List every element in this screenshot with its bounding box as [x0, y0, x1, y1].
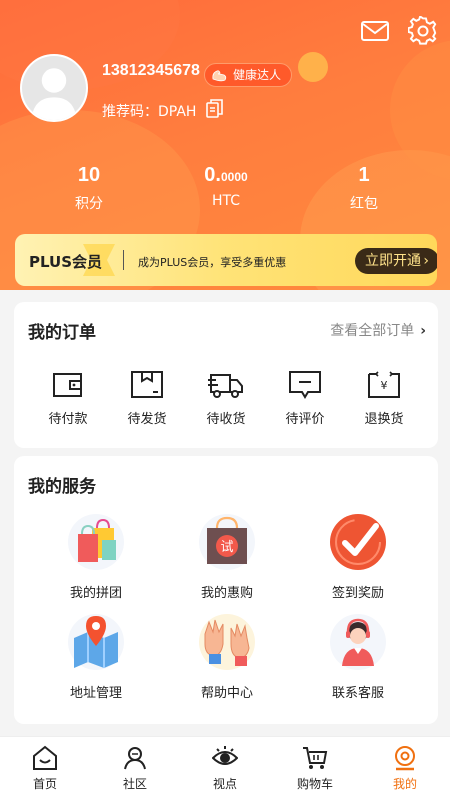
service-check-in-reward[interactable]: 签到奖励 — [303, 514, 413, 601]
order-pending-shipment[interactable]: 待发货 — [107, 368, 187, 427]
plus-activate-button[interactable]: 立即开通 › — [355, 248, 437, 274]
order-returns[interactable]: ¥ 退换货 — [344, 368, 424, 427]
plus-membership-banner[interactable]: PLUS会员 成为PLUS会员，享受多重优惠 立即开通 › — [15, 234, 437, 286]
checkmark-icon — [330, 514, 386, 570]
nav-home[interactable]: 首页 — [0, 745, 90, 792]
service-discount-buy[interactable]: 试 我的惠购 — [172, 514, 282, 601]
muscle-icon — [212, 70, 227, 82]
status-badge-label: 健康达人 — [233, 68, 282, 82]
copy-icon[interactable] — [206, 99, 224, 119]
order-pending-payment[interactable]: 待付款 — [28, 368, 108, 427]
nav-profile[interactable]: 我的 — [360, 745, 450, 792]
avatar[interactable] — [20, 54, 88, 122]
stat-htc-value: 0.0000 — [204, 164, 248, 186]
stat-points-value: 10 — [77, 164, 101, 186]
profile-icon — [395, 746, 415, 771]
service-group-buy[interactable]: 我的拼团 — [41, 514, 151, 601]
avatar-placeholder-icon — [22, 56, 86, 120]
cart-icon — [303, 747, 328, 769]
stat-points[interactable]: 10 积分 — [29, 164, 149, 213]
plus-description: 成为PLUS会员，享受多重优惠 — [138, 256, 287, 269]
svg-text:试: 试 — [220, 540, 233, 555]
divider — [123, 250, 124, 270]
service-customer-support[interactable]: 联系客服 — [303, 614, 413, 701]
truck-icon — [208, 374, 243, 398]
home-icon — [33, 745, 57, 770]
chevron-right-icon: › — [420, 323, 426, 339]
customer-service-icon — [330, 614, 386, 670]
orders-title: 我的订单 — [28, 323, 96, 343]
services-card: 我的服务 我的拼团 试 我的惠购 签到奖励 地址管理 帮助中心 联系客服 — [14, 456, 438, 724]
stat-red-packet[interactable]: 1 红包 — [304, 164, 424, 213]
services-title: 我的服务 — [28, 477, 96, 497]
stat-red-packet-value: 1 — [358, 164, 370, 186]
nav-viewpoint[interactable]: 视点 — [180, 745, 270, 792]
hands-icon — [199, 614, 255, 670]
stat-htc-label: HTC — [211, 193, 241, 209]
svg-text:¥: ¥ — [381, 379, 388, 392]
stat-red-packet-label: 红包 — [350, 196, 378, 212]
return-icon: ¥ — [368, 371, 400, 398]
community-icon — [124, 747, 146, 770]
referral-code: 推荐码：DPAH — [102, 104, 197, 120]
settings-gear-icon[interactable] — [408, 16, 438, 46]
wallet-icon — [53, 373, 82, 397]
nav-cart[interactable]: 购物车 — [270, 745, 360, 792]
chevron-right-icon: › — [423, 253, 429, 269]
box-icon — [131, 371, 163, 398]
nav-community[interactable]: 社区 — [90, 745, 180, 792]
order-pending-review[interactable]: 待评价 — [265, 368, 345, 427]
service-help-center[interactable]: 帮助中心 — [172, 614, 282, 701]
shopping-bags-icon — [68, 514, 124, 570]
eye-icon — [212, 746, 238, 765]
trial-bag-icon: 试 — [199, 514, 255, 570]
map-pin-icon — [68, 614, 124, 670]
stat-htc[interactable]: 0.0000 HTC — [166, 164, 286, 209]
plus-title: PLUS会员 — [29, 253, 103, 271]
profile-header: 13812345678 健康达人 推荐码：DPAH 10 积分 0.0000 H… — [0, 0, 450, 290]
stat-points-label: 积分 — [75, 196, 103, 212]
plus-activate-label: 立即开通 — [365, 253, 421, 269]
service-address-management[interactable]: 地址管理 — [41, 614, 151, 701]
status-badge[interactable]: 健康达人 — [204, 63, 293, 87]
view-all-orders-link[interactable]: 查看全部订单 › — [330, 320, 426, 340]
decorative-dot — [298, 52, 328, 82]
comment-icon — [289, 371, 321, 399]
mail-icon[interactable] — [360, 16, 390, 46]
bottom-navigation: 首页 社区 视点 购物车 我的 — [0, 736, 450, 800]
phone-number: 13812345678 — [102, 62, 200, 79]
order-pending-receipt[interactable]: 待收货 — [186, 368, 266, 427]
orders-card: 我的订单 查看全部订单 › 待付款 待发货 待收货 待评价 ¥ 退换货 — [14, 302, 438, 448]
